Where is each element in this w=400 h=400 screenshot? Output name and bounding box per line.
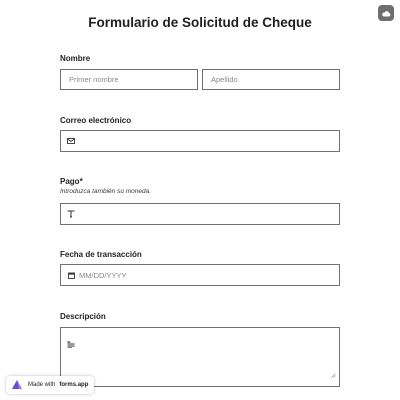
last-name-field[interactable] [202,69,340,90]
name-label: Nombre [60,54,91,63]
resize-handle-icon[interactable] [331,365,336,383]
description-label: Descripción [60,312,106,321]
first-name-input[interactable] [61,70,197,89]
first-name-field[interactable] [60,69,198,90]
email-field[interactable] [60,130,340,152]
form-title: Formulario de Solicitud de Cheque [88,15,312,30]
payment-field[interactable] [60,203,340,225]
date-label: Fecha de transacción [60,250,142,259]
payment-label: Pago* [60,177,83,186]
date-field[interactable] [60,264,340,286]
form-page: Formulario de Solicitud de Cheque Nombre… [0,0,400,400]
payment-hint: Introduzca también su moneda. [60,188,152,195]
envelope-icon [67,137,75,145]
text-icon [67,210,75,218]
badge-brand: forms.app [59,382,89,388]
email-label: Correo electrónico [60,116,132,125]
badge-prefix: Made with [28,382,56,388]
last-name-input[interactable] [203,70,339,89]
date-input[interactable] [79,265,339,285]
description-textarea[interactable] [60,327,340,387]
made-with-badge[interactable]: Made with forms.app [6,376,95,394]
forms-app-logo-icon [10,379,24,391]
payment-label-text: Pago [60,177,80,186]
required-mark: * [79,177,83,186]
payment-input[interactable] [79,204,339,224]
calendar-icon [67,271,75,279]
email-input[interactable] [79,131,339,151]
paragraph-icon [67,335,75,353]
